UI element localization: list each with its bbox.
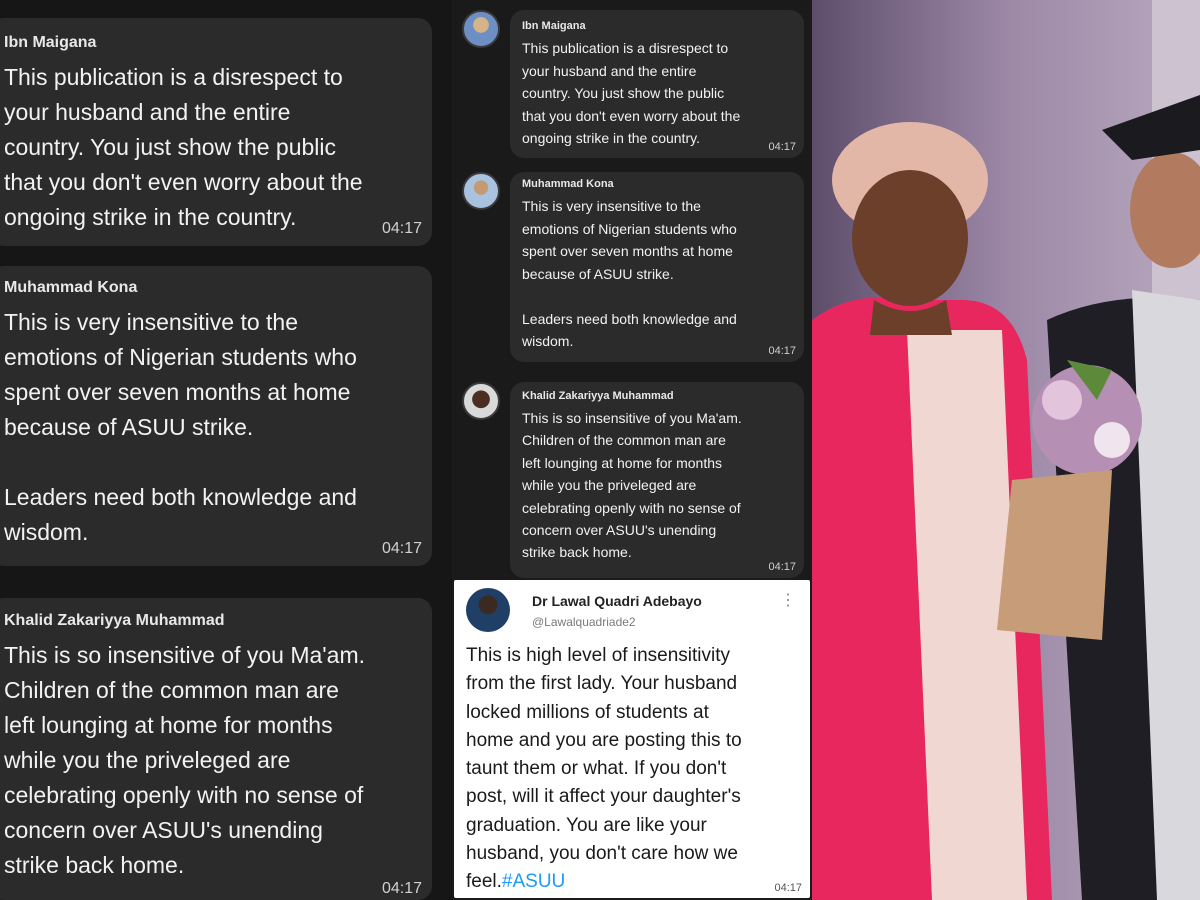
large-comments-panel: Ibn Maigana This publication is a disres…: [0, 0, 452, 900]
comment-time: 04:17: [381, 220, 422, 237]
tweet-author-handle[interactable]: @Lawalquadriade2: [532, 615, 636, 629]
comment-bubble: Muhammad Kona This is very insensitive t…: [0, 266, 432, 566]
comment-text: This is very insensitive to the emotions…: [4, 309, 357, 545]
comment-bubble: Muhammad Kona This is very insensitive t…: [510, 172, 804, 362]
tweet-body-text: This is high level of insensitivity from…: [466, 645, 742, 893]
comment-time: 04:17: [768, 561, 796, 573]
comment-bubble: Ibn Maigana This publication is a disres…: [510, 10, 804, 158]
comment-time: 04:17: [381, 540, 422, 557]
comment-text: This publication is a disrespect to your…: [522, 40, 741, 146]
user-avatar[interactable]: [462, 10, 500, 48]
user-avatar[interactable]: [462, 382, 500, 420]
comment-author[interactable]: Khalid Zakariyya Muhammad: [4, 612, 420, 630]
comment-author[interactable]: Ibn Maigana: [522, 20, 792, 32]
user-avatar[interactable]: [462, 172, 500, 210]
hashtag-link[interactable]: #ASUU: [502, 871, 565, 892]
comment-time: 04:17: [768, 141, 796, 153]
graduation-photo-image: [812, 0, 1200, 900]
comment-text: This is so insensitive of you Ma'am. Chi…: [4, 642, 366, 878]
comment-text: This is very insensitive to the emotions…: [522, 198, 737, 349]
tweet-author-name[interactable]: Dr Lawal Quadri Adebayo: [532, 593, 702, 609]
tweet-text: This is high level of insensitivity from…: [466, 642, 801, 897]
comment-bubble: Ibn Maigana This publication is a disres…: [0, 18, 432, 246]
comment-bubble: Khalid Zakariyya Muhammad This is so ins…: [510, 382, 804, 578]
comment-author[interactable]: Muhammad Kona: [522, 178, 792, 190]
comment-text: This is so insensitive of you Ma'am. Chi…: [522, 410, 742, 561]
comment-bubble: Khalid Zakariyya Muhammad This is so ins…: [0, 598, 432, 900]
more-options-icon[interactable]: ⋮: [780, 590, 796, 610]
graduation-photo: [812, 0, 1200, 900]
comment-time: 04:17: [381, 880, 422, 897]
comment-author[interactable]: Muhammad Kona: [4, 279, 420, 297]
comment-author[interactable]: Ibn Maigana: [4, 34, 420, 52]
tweet-avatar[interactable]: [466, 588, 510, 632]
tweet-time: 04:17: [774, 882, 802, 894]
comment-author[interactable]: Khalid Zakariyya Muhammad: [522, 390, 792, 402]
tweet-card: Dr Lawal Quadri Adebayo @Lawalquadriade2…: [454, 580, 810, 898]
comment-time: 04:17: [768, 345, 796, 357]
comment-text: This publication is a disrespect to your…: [4, 64, 363, 230]
